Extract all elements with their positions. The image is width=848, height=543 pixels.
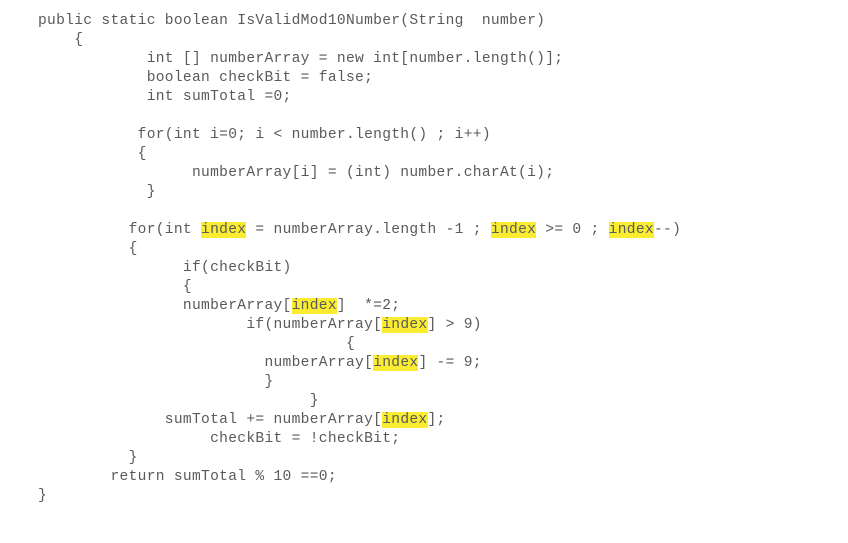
code-line: if(checkBit) xyxy=(38,260,292,276)
code-line: numberArray[index] *=2; xyxy=(38,298,400,314)
code-line: numberArray[index] -= 9; xyxy=(38,355,482,371)
code-line: { xyxy=(38,336,355,352)
highlight-index: index xyxy=(373,355,418,371)
highlight-index: index xyxy=(491,222,536,238)
highlight-index: index xyxy=(292,298,337,314)
code-line: } xyxy=(38,374,274,390)
code-line: if(numberArray[index] > 9) xyxy=(38,317,482,333)
code-line: { xyxy=(38,32,83,48)
code-line: boolean checkBit = false; xyxy=(38,70,373,86)
code-line: } xyxy=(38,184,156,200)
code-line: sumTotal += numberArray[index]; xyxy=(38,412,446,428)
code-line: } xyxy=(38,488,47,504)
code-line: } xyxy=(38,450,138,466)
code-block: public static boolean IsValidMod10Number… xyxy=(0,0,848,506)
code-line: for(int i=0; i < number.length() ; i++) xyxy=(38,127,491,143)
code-line: numberArray[i] = (int) number.charAt(i); xyxy=(38,165,554,181)
code-line: for(int index = numberArray.length -1 ; … xyxy=(38,222,681,238)
code-line: int sumTotal =0; xyxy=(38,89,292,105)
code-line: int [] numberArray = new int[number.leng… xyxy=(38,51,563,67)
code-line: return sumTotal % 10 ==0; xyxy=(38,469,337,485)
code-line: checkBit = !checkBit; xyxy=(38,431,400,447)
highlight-index: index xyxy=(609,222,654,238)
code-line: { xyxy=(38,146,147,162)
code-line: { xyxy=(38,279,192,295)
highlight-index: index xyxy=(382,412,427,428)
code-line: public static boolean IsValidMod10Number… xyxy=(38,13,545,29)
highlight-index: index xyxy=(382,317,427,333)
code-line: { xyxy=(38,241,138,257)
highlight-index: index xyxy=(201,222,246,238)
code-line: } xyxy=(38,393,319,409)
